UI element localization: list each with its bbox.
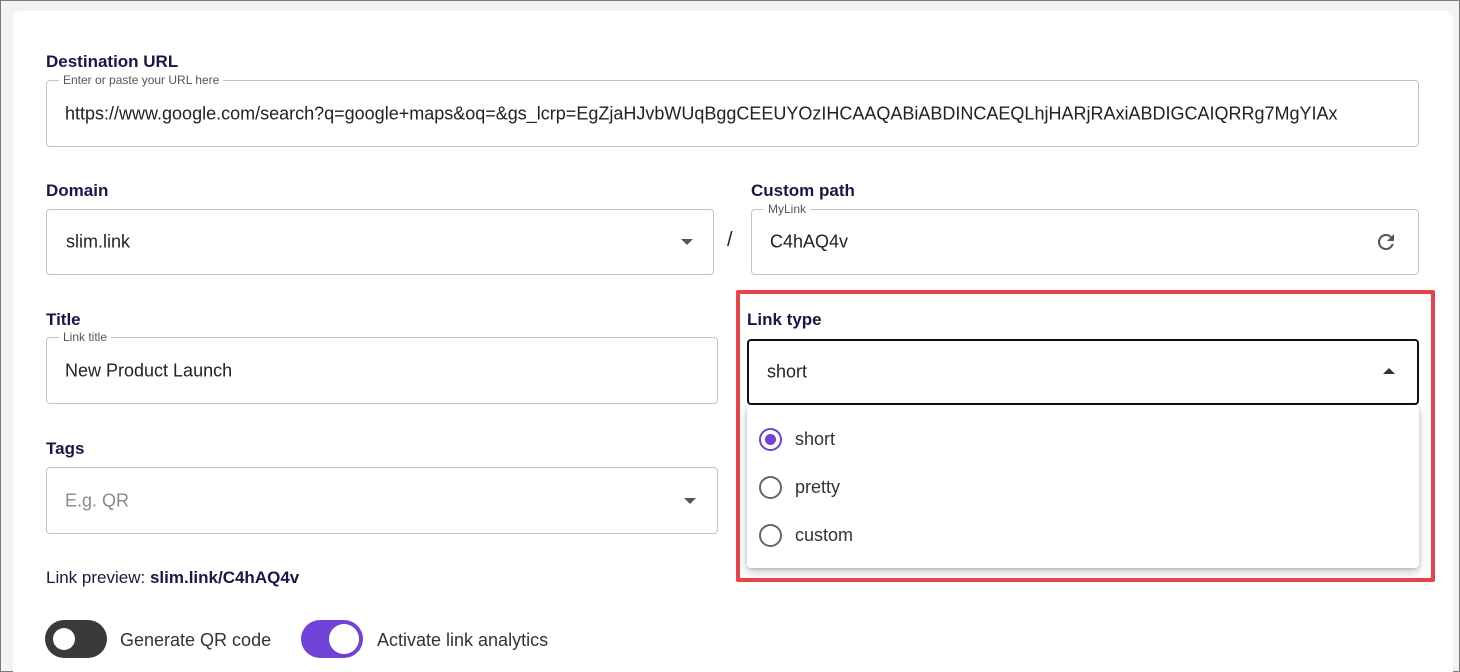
- domain-value: slim.link: [66, 231, 131, 252]
- link-preview-url[interactable]: slim.link/C4hAQ4v: [150, 568, 299, 587]
- destination-url-legend: Enter or paste your URL here: [59, 73, 224, 87]
- chevron-down-icon: [684, 497, 696, 504]
- qr-code-toggle-label: Generate QR code: [120, 630, 272, 650]
- custom-path-label: Custom path: [751, 181, 855, 200]
- destination-url-label: Destination URL: [46, 52, 179, 71]
- qr-code-toggle[interactable]: [45, 620, 107, 658]
- tags-placeholder: E.g. QR: [65, 490, 130, 510]
- custom-path-legend: MyLink: [764, 202, 811, 216]
- toggle-knob: [329, 624, 359, 654]
- title-input[interactable]: Link title New Product Launch: [46, 330, 718, 404]
- toggle-knob: [53, 628, 75, 650]
- title-value: New Product Launch: [65, 360, 233, 380]
- highlight-box: [736, 290, 1435, 582]
- analytics-toggle-label: Activate link analytics: [377, 630, 549, 650]
- destination-url-value: https://www.google.com/search?q=google+m…: [65, 103, 1338, 123]
- domain-select[interactable]: slim.link: [46, 209, 714, 275]
- chevron-down-icon: [681, 239, 693, 245]
- custom-path-value: C4hAQ4v: [770, 231, 849, 252]
- title-label: Title: [46, 310, 81, 329]
- link-preview-prefix: Link preview:: [46, 568, 146, 587]
- link-preview: Link preview: slim.link/C4hAQ4v: [46, 568, 299, 588]
- analytics-toggle[interactable]: [301, 620, 363, 658]
- refresh-icon[interactable]: [1374, 230, 1398, 254]
- domain-label: Domain: [46, 181, 109, 200]
- tags-select[interactable]: E.g. QR: [46, 467, 718, 534]
- custom-path-input[interactable]: MyLink C4hAQ4v: [751, 202, 1419, 275]
- tags-label: Tags: [46, 439, 85, 458]
- destination-url-input[interactable]: Enter or paste your URL here https://www…: [46, 73, 1419, 147]
- title-legend: Link title: [59, 330, 112, 344]
- path-separator: /: [727, 229, 733, 251]
